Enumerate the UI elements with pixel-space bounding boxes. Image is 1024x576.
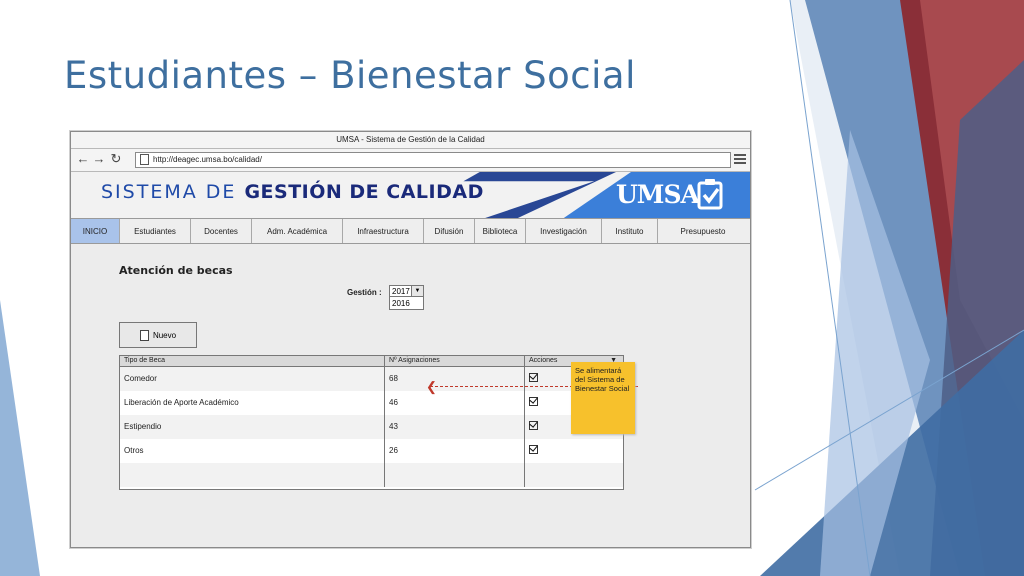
sticky-note: Se alimentará del Sistema de Bienestar S… [571, 362, 635, 434]
menu-item-instituto[interactable]: Instituto [602, 219, 658, 243]
clipboard-check-icon [697, 179, 723, 210]
table-row[interactable]: Comedor 68 [120, 367, 623, 391]
page-content: Atención de becas Gestión : 2017 ▼ 2016 … [71, 244, 750, 544]
table-row-empty [120, 463, 623, 487]
gestion-option[interactable]: 2016 [389, 297, 424, 310]
becas-table: Tipo de Beca Nº Asignaciones Acciones ▼ C… [119, 355, 624, 490]
window-title: UMSA - Sistema de Gestión de la Calidad [71, 132, 750, 149]
umsa-logo: UMSA [616, 180, 700, 209]
gestion-select[interactable]: 2017 ▼ [389, 285, 424, 297]
hamburger-menu-icon[interactable] [734, 152, 746, 167]
cell-asignaciones: 68 [385, 367, 525, 391]
site-banner: SISTEMA DE GESTIÓN DE CALIDAD UMSA [71, 172, 750, 218]
browser-navbar: ← → ↻ http://deagec.umsa.bo/calidad/ [71, 149, 750, 172]
browser-window: UMSA - Sistema de Gestión de la Calidad … [70, 131, 751, 548]
cell-tipo: Estipendio [120, 415, 385, 439]
menu-item-adm-academica[interactable]: Adm. Académica [252, 219, 343, 243]
page-icon [140, 154, 149, 166]
url-text: http://deagec.umsa.bo/calidad/ [153, 155, 262, 164]
cell-asignaciones: 43 [385, 415, 525, 439]
main-menu: INICIO Estudiantes Docentes Adm. Académi… [71, 218, 750, 244]
edit-checkbox-icon[interactable] [529, 397, 538, 406]
header-tipo-beca[interactable]: Tipo de Beca [120, 356, 385, 366]
table-body: Comedor 68 Liberación de Aporte Académic… [120, 367, 623, 487]
menu-item-infraestructura[interactable]: Infraestructura [343, 219, 424, 243]
table-header: Tipo de Beca Nº Asignaciones Acciones ▼ [120, 356, 623, 367]
cell-asignaciones: 26 [385, 439, 525, 463]
header-asignaciones[interactable]: Nº Asignaciones [385, 356, 525, 366]
cell-tipo: Liberación de Aporte Académico [120, 391, 385, 415]
forward-arrow-icon[interactable]: → [91, 151, 107, 167]
menu-item-estudiantes[interactable]: Estudiantes [120, 219, 191, 243]
back-arrow-icon[interactable]: ← [75, 151, 91, 167]
table-row[interactable]: Estipendio 43 [120, 415, 623, 439]
cell-tipo: Otros [120, 439, 385, 463]
slide-title: Estudiantes – Bienestar Social [64, 54, 636, 97]
document-icon [139, 329, 149, 341]
edit-checkbox-icon[interactable] [529, 445, 538, 454]
menu-item-difusion[interactable]: Difusión [424, 219, 475, 243]
menu-item-inicio[interactable]: INICIO [71, 219, 120, 243]
menu-item-presupuesto[interactable]: Presupuesto [658, 219, 748, 243]
banner-title: SISTEMA DE GESTIÓN DE CALIDAD [101, 181, 484, 203]
menu-item-investigacion[interactable]: Investigación [526, 219, 602, 243]
menu-item-docentes[interactable]: Docentes [191, 219, 252, 243]
page-heading: Atención de becas [119, 264, 233, 277]
menu-item-biblioteca[interactable]: Biblioteca [475, 219, 526, 243]
cell-asignaciones: 46 [385, 391, 525, 415]
table-row[interactable]: Liberación de Aporte Académico 46 [120, 391, 623, 415]
edit-checkbox-icon[interactable] [529, 373, 538, 382]
annotation-arrow-head-icon: ❮ [426, 379, 437, 394]
reload-icon[interactable]: ↻ [108, 151, 124, 167]
dropdown-arrow-icon[interactable]: ▼ [411, 286, 423, 296]
table-row[interactable]: Otros 26 [120, 439, 623, 463]
cell-acciones [525, 439, 623, 463]
url-bar[interactable]: http://deagec.umsa.bo/calidad/ [135, 152, 731, 168]
new-button[interactable]: Nuevo [119, 322, 197, 348]
edit-checkbox-icon[interactable] [529, 421, 538, 430]
gestion-label: Gestión : [347, 288, 382, 297]
cell-tipo: Comedor [120, 367, 385, 391]
